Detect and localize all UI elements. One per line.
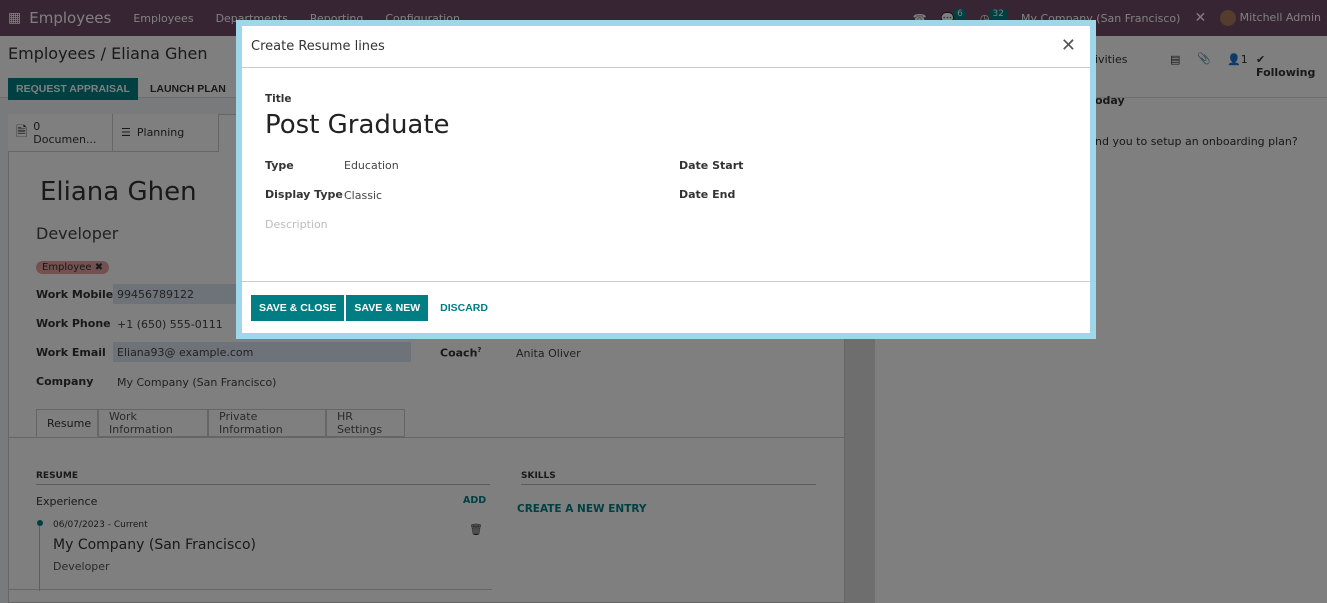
type-select[interactable]: Education: [344, 159, 399, 172]
date-start-input[interactable]: [762, 154, 1062, 174]
date-end-input[interactable]: [762, 183, 1062, 203]
save-close-button[interactable]: SAVE & CLOSE: [251, 294, 345, 321]
create-resume-lines-dialog: Create Resume lines ✕ Title Post Graduat…: [236, 20, 1096, 339]
discard-button[interactable]: DISCARD: [430, 295, 498, 321]
date-start-label: Date Start: [679, 159, 744, 172]
close-icon[interactable]: ✕: [1061, 35, 1076, 56]
title-input[interactable]: Post Graduate: [265, 110, 450, 140]
display-type-label: Display Type: [265, 188, 343, 201]
type-label: Type: [265, 159, 294, 172]
dialog-title: Create Resume lines: [251, 39, 385, 54]
description-input[interactable]: Description: [265, 218, 328, 231]
title-label: Title: [265, 93, 292, 105]
display-type-select[interactable]: Classic: [344, 189, 382, 202]
save-new-button[interactable]: SAVE & NEW: [346, 294, 429, 321]
date-end-label: Date End: [679, 188, 736, 201]
